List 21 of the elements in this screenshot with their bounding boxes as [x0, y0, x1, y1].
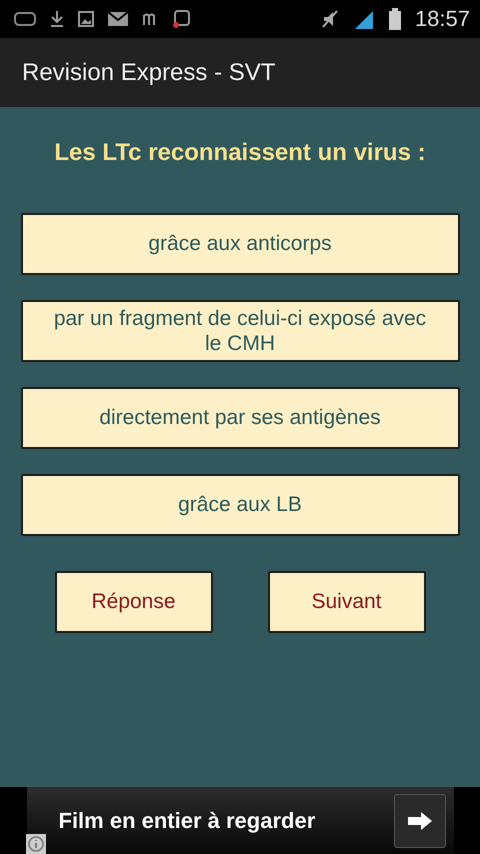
- answer-button[interactable]: grâce aux anticorps: [20, 213, 460, 275]
- action-button[interactable]: Suivant: [268, 571, 426, 633]
- arrow-button[interactable]: [394, 794, 446, 848]
- image-icon: [78, 11, 94, 27]
- question-text: Les LTc reconnaissent un virus :: [54, 139, 426, 167]
- action-button[interactable]: Réponse: [54, 571, 212, 633]
- answer-button[interactable]: directement par ses antigènes: [20, 387, 460, 449]
- answer-button[interactable]: grâce aux LB: [20, 474, 460, 536]
- app-title: Revision Express - SVT: [22, 58, 276, 86]
- clock: 18:57: [414, 6, 470, 32]
- mail-icon: [108, 12, 128, 26]
- info-icon[interactable]: [26, 834, 46, 854]
- ad-text: Film en entier à regarder: [58, 808, 316, 834]
- answer-button[interactable]: par un fragment de celui-ci exposé avec le CMH: [20, 300, 460, 362]
- arrow-icon: [406, 810, 432, 830]
- battery-icon: [388, 8, 401, 30]
- app-icon: [172, 10, 190, 28]
- download-icon: [50, 10, 64, 28]
- ad-banner[interactable]: Film en entier à regarder: [26, 787, 454, 854]
- notification-icon: [14, 11, 36, 27]
- mute-icon: [320, 9, 339, 29]
